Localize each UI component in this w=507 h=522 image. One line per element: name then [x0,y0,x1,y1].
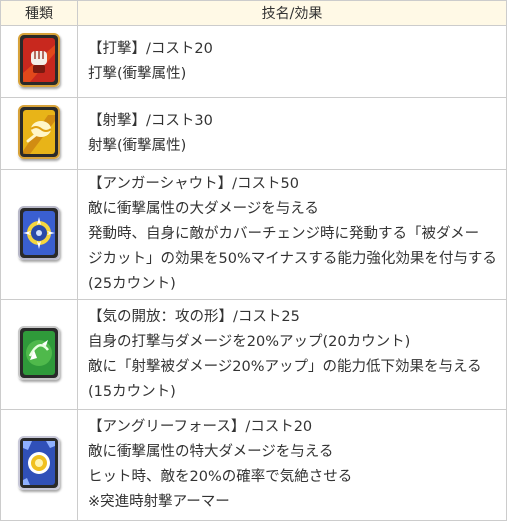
skill-effect-line: (25カウント) [88,276,176,292]
skill-description-cell: 【アングリーフォース】/コスト20 敵に衝撃属性の特大ダメージを与える ヒット時… [77,409,507,521]
skill-description-cell: 【アンガーシャウト】/コスト50 敵に衝撃属性の大ダメージを与える 発動時、自身… [77,169,507,300]
skill-name: 【気の開放：攻の形】/コスト25 [88,308,300,325]
skills-table: 種類 技名/効果 【打撃】/コスト20 打撃(衝撃属性) 【射撃】/コスト30 … [0,0,507,521]
table-header-row: 種類 技名/効果 [0,0,507,26]
skill-effect-line: (15カウント) [88,383,176,400]
column-header-name: 技名/効果 [77,0,507,26]
table-row: 【気の開放：攻の形】/コスト25 自身の打撃与ダメージを20%アップ(20カウン… [0,299,507,410]
skill-effect-line: 発動時、自身に敵がカバーチェンジ時に発動する「被ダメー [88,226,480,242]
spirit-card-icon [18,325,60,380]
skill-name: 【射撃】/コスト30 [88,112,213,129]
skill-name: 【アンガーシャウト】/コスト50 [88,176,299,192]
skill-effect-line: 敵に衝撃属性の大ダメージを与える [88,201,319,217]
fist-card-icon [18,32,60,87]
skill-effect-line: 打撃(衝撃属性) [88,65,187,82]
icon-cell [0,409,78,521]
sunburst-card-icon [18,436,60,490]
table-row: 【アンガーシャウト】/コスト50 敵に衝撃属性の大ダメージを与える 発動時、自身… [0,169,507,300]
table-row: 【射撃】/コスト30 射撃(衝撃属性) [0,97,507,170]
skill-effect-line: 敵に衝撃属性の特大ダメージを与える [88,444,334,460]
skill-effect-line: ジカット」の効果を50%マイナスする能力強化効果を付与する [88,251,497,267]
skill-effect-line: 敵に「射撃被ダメージ20%アップ」の能力低下効果を与える [88,358,482,375]
skill-description-cell: 【気の開放：攻の形】/コスト25 自身の打撃与ダメージを20%アップ(20カウン… [77,299,507,410]
skill-effect-line: ヒット時、敵を20%の確率で気絶させる [88,469,353,485]
icon-cell [0,169,78,300]
table-row: 【アングリーフォース】/コスト20 敵に衝撃属性の特大ダメージを与える ヒット時… [0,409,507,521]
skill-effect-line: 射撃(衝撃属性) [88,137,187,154]
skill-name: 【アングリーフォース】/コスト20 [88,419,313,435]
shot-card-icon [18,104,60,159]
skill-effect-line: 自身の打撃与ダメージを20%アップ(20カウント) [88,333,411,350]
skill-description-cell: 【射撃】/コスト30 射撃(衝撃属性) [77,97,507,170]
icon-cell [0,25,78,98]
icon-cell [0,299,78,410]
column-header-type: 種類 [0,0,78,26]
burst-card-icon [18,205,60,260]
skill-name: 【打撃】/コスト20 [88,40,213,57]
table-row: 【打撃】/コスト20 打撃(衝撃属性) [0,25,507,98]
skill-effect-line: ※突進時射撃アーマー [88,494,230,510]
icon-cell [0,97,78,170]
skill-description-cell: 【打撃】/コスト20 打撃(衝撃属性) [77,25,507,98]
